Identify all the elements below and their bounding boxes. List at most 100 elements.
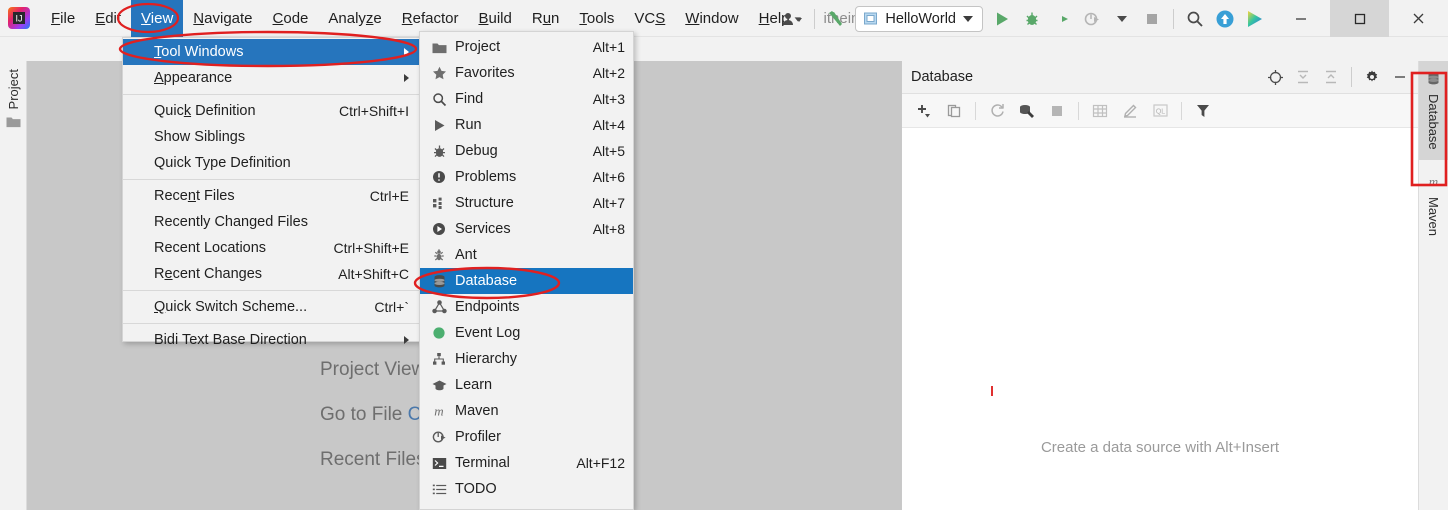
shortcut-structure: Alt+7 [592,195,625,211]
menu-separator [123,323,419,324]
run-configuration-selector[interactable]: HelloWorld [855,5,983,32]
duplicate-icon[interactable] [940,98,968,124]
menu-item-tool-windows[interactable]: Tool Windows [123,39,419,65]
menu-file[interactable]: File [41,0,85,37]
hint-label-3: Recent Files [320,449,426,470]
submenu-label-terminal: Terminal [455,455,510,471]
ide-assistant-icon[interactable] [1240,4,1270,34]
refresh-icon[interactable] [983,98,1011,124]
expand-all-icon[interactable] [1289,64,1317,90]
menu-item-quick-type-definition[interactable]: Quick Type Definition [123,150,419,176]
menu-item-bidi-text-base-direction[interactable]: Bidi Text Base Direction [123,327,419,353]
submenu-item-debug[interactable]: Debug Alt+5 [420,138,633,164]
submenu-item-todo[interactable]: TODO [420,476,633,502]
menu-item-recently-changed-files[interactable]: Recently Changed Files [123,209,419,235]
menu-window[interactable]: Window [675,0,748,37]
shortcut-favorites: Alt+2 [592,65,625,81]
shortcut-debug: Alt+5 [592,143,625,159]
add-plus-icon[interactable] [910,98,938,124]
submenu-item-run[interactable]: Run Alt+4 [420,112,633,138]
submenu-item-problems[interactable]: Problems Alt+6 [420,164,633,190]
settings-gear-icon[interactable] [1358,64,1386,90]
search-everywhere-icon[interactable] [1180,4,1210,34]
locate-icon[interactable] [1261,64,1289,90]
submenu-item-learn[interactable]: Learn [420,372,633,398]
submenu-item-terminal[interactable]: Terminal Alt+F12 [420,450,633,476]
minimize-button[interactable] [1271,0,1330,37]
stop-icon[interactable] [1043,98,1071,124]
menu-view[interactable]: View [131,0,184,37]
update-project-icon[interactable] [1210,4,1240,34]
maximize-button[interactable] [1330,0,1389,37]
submenu-item-project[interactable]: Project Alt+1 [420,34,633,60]
build-hammer-icon[interactable] [821,4,851,34]
shortcut-problems: Alt+6 [592,169,625,185]
submenu-item-services[interactable]: Services Alt+8 [420,216,633,242]
submenu-item-structure[interactable]: Structure Alt+7 [420,190,633,216]
menu-item-label-recent-changes: Recent Changes [154,266,263,282]
hint-label-1: Project View [320,359,426,380]
database-panel-body[interactable]: Create a data source with Alt+Insert [902,128,1418,510]
edit-pencil-icon[interactable] [1116,98,1144,124]
menu-item-label-quick-type-definition: Quick Type Definition [154,155,291,171]
menu-item-quick-switch-scheme[interactable]: Quick Switch Scheme... Ctrl+` [123,294,419,320]
submenu-item-profiler[interactable]: Profiler [420,424,633,450]
debug-icon[interactable] [1017,4,1047,34]
menu-code[interactable]: Code [263,0,319,37]
submenu-item-database[interactable]: Database [420,268,633,294]
submenu-item-endpoints[interactable]: Endpoints [420,294,633,320]
menu-analyze[interactable]: Analyze [318,0,391,37]
submenu-item-ant[interactable]: Ant [420,242,633,268]
menu-item-label-recently-changed-files: Recently Changed Files [154,214,308,230]
window-controls [1271,0,1448,37]
submenu-label-favorites: Favorites [455,65,515,81]
shortcut-project: Alt+1 [592,39,625,55]
menu-item-recent-locations[interactable]: Recent Locations Ctrl+Shift+E [123,235,419,261]
run-with-coverage-icon[interactable] [1047,4,1077,34]
profiler-icon[interactable] [1077,4,1107,34]
menu-edit[interactable]: Edit [85,0,131,37]
structure-icon [428,194,450,212]
sync-settings-icon[interactable] [1013,98,1041,124]
table-view-icon[interactable] [1086,98,1114,124]
submenu-item-favorites[interactable]: Favorites Alt+2 [420,60,633,86]
run-icon[interactable] [987,4,1017,34]
menu-item-show-siblings[interactable]: Show Siblings [123,124,419,150]
profiler-dropdown-icon[interactable] [1107,4,1137,34]
filter-funnel-icon[interactable] [1189,98,1217,124]
database-tool-window: Database QL Create a data source with Al… [901,61,1418,510]
green-circle-icon [428,324,450,342]
menu-item-appearance[interactable]: Appearance [123,65,419,91]
submenu-label-run: Run [455,117,482,133]
submenu-item-event-log[interactable]: Event Log [420,320,633,346]
menu-navigate[interactable]: Navigate [183,0,262,37]
menu-item-label-show-siblings: Show Siblings [154,129,246,145]
user-dropdown-icon[interactable] [778,4,808,34]
menu-item-recent-changes[interactable]: Recent Changes Alt+Shift+C [123,261,419,287]
menu-item-label-bidi: Bidi Text Base Direction [154,332,307,348]
stop-icon[interactable] [1137,4,1167,34]
submenu-item-find[interactable]: Find Alt+3 [420,86,633,112]
submenu-label-todo: TODO [455,481,497,497]
menu-item-recent-files[interactable]: Recent Files Ctrl+E [123,183,419,209]
collapse-all-icon[interactable] [1317,64,1345,90]
bug-icon [428,142,450,160]
menu-item-quick-definition[interactable]: Quick Definition Ctrl+Shift+I [123,98,419,124]
sidebar-item-project[interactable]: Project [0,61,26,131]
close-button[interactable] [1389,0,1448,37]
menu-item-label-quick-definition: Quick Definition [154,103,256,119]
right-rail-label-maven: Maven [1426,196,1441,236]
shortcut-recent-locations: Ctrl+Shift+E [333,240,409,256]
svg-text:m: m [1429,174,1438,189]
left-tool-window-rail: Project [0,61,27,510]
ql-console-icon[interactable]: QL [1146,98,1174,124]
database-panel-header: Database [902,61,1418,94]
right-tool-window-rail: Database m Maven [1418,61,1448,510]
submenu-item-hierarchy[interactable]: Hierarchy [420,346,633,372]
sidebar-item-maven[interactable]: m Maven [1419,160,1448,236]
sidebar-item-database[interactable]: Database [1419,61,1448,160]
terminal-icon [428,454,450,472]
folder-icon [6,115,21,131]
submenu-item-maven[interactable]: m Maven [420,398,633,424]
hide-panel-icon[interactable] [1386,64,1414,90]
